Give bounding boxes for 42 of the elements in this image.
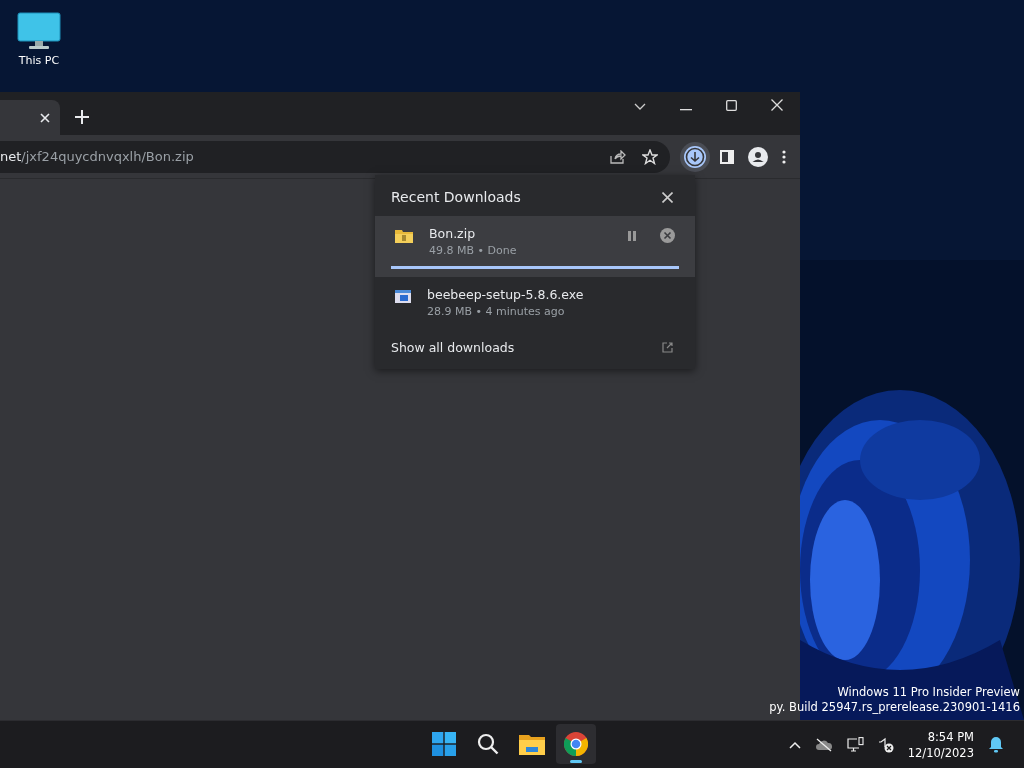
download-item[interactable]: beebeep-setup-5.8.6.exe 28.9 MB • 4 minutes ago (375, 277, 695, 326)
zip-folder-icon (395, 229, 413, 243)
taskbar-button[interactable] (556, 724, 596, 764)
cloud-off-icon[interactable] (814, 737, 833, 752)
search-icon (477, 733, 499, 755)
share-icon[interactable] (610, 149, 626, 164)
network-icon[interactable] (846, 736, 864, 753)
bell-icon[interactable] (988, 736, 1004, 753)
side-panel-icon[interactable] (720, 149, 734, 164)
folder-icon (519, 733, 545, 755)
close-icon[interactable] (40, 112, 50, 123)
menu-icon[interactable] (782, 149, 786, 164)
desktop-icon-label: This PC (18, 54, 60, 67)
browser-logo-icon (564, 732, 588, 756)
watermark-text: Windows 11 Pro Insider Preview (837, 685, 1020, 700)
clock[interactable]: 8:54 PM 12/10/2023 (907, 728, 974, 761)
file-name: beebeep-setup-5.8.6.exe (427, 287, 584, 302)
close-icon[interactable] (662, 191, 673, 203)
downloads-button[interactable] (684, 145, 706, 168)
chevron-up-icon[interactable] (788, 740, 801, 749)
window-icon (395, 290, 411, 303)
new-tab-icon[interactable] (75, 110, 89, 124)
download-item[interactable]: Bon.zip 49.8 MB • Done (375, 216, 695, 277)
monitor-icon[interactable] (17, 12, 61, 50)
watermark-text: py. Build 25947.rs_prerelease.230901-1416 (769, 700, 1020, 715)
external-link-icon[interactable] (662, 342, 673, 353)
file-name: Bon.zip (429, 226, 476, 241)
star-icon[interactable] (642, 148, 658, 165)
windows-logo-icon (432, 732, 456, 756)
file-status: 28.9 MB • 4 minutes ago (427, 305, 566, 318)
address-bar[interactable]: net/jxf24quycdnvqxlh/Bon.zip (0, 140, 670, 173)
speaker-muted-icon[interactable] (877, 736, 894, 753)
chevron-down-icon[interactable] (634, 103, 646, 111)
profile-icon[interactable] (748, 146, 768, 167)
cancel-icon[interactable] (660, 228, 675, 243)
maximize-icon[interactable] (726, 100, 737, 111)
show-all-link[interactable]: Show all downloads (391, 340, 515, 355)
minimize-icon[interactable] (680, 109, 692, 111)
panel-title: Recent Downloads (391, 189, 521, 205)
file-status: 49.8 MB • Done (429, 244, 518, 257)
close-icon[interactable] (771, 99, 783, 111)
pause-icon[interactable] (628, 231, 636, 241)
